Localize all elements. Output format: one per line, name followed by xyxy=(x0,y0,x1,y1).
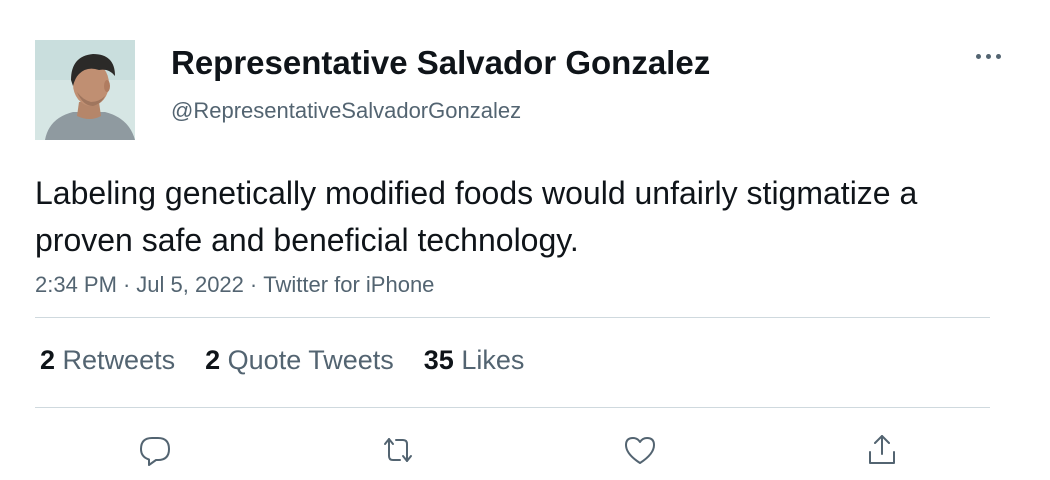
tweet-text: Labeling genetically modified foods woul… xyxy=(35,175,918,258)
quote-tweets-count: 2 xyxy=(205,345,221,375)
divider xyxy=(35,407,990,408)
share-icon xyxy=(869,435,895,464)
more-icon xyxy=(975,53,1001,59)
tweet-meta: 2:34 PM · Jul 5, 2022 · Twitter for iPhone xyxy=(35,270,434,300)
author-handle[interactable]: @RepresentativeSalvadorGonzalez xyxy=(171,96,521,126)
reply-button[interactable] xyxy=(135,430,175,470)
tweet-source[interactable]: Twitter for iPhone xyxy=(263,272,434,297)
tweet-stats: 2 Retweets 2 Quote Tweets 35 Likes xyxy=(40,342,524,378)
retweets-label: Retweets xyxy=(62,345,176,375)
like-button[interactable] xyxy=(620,430,660,470)
tweet-date[interactable]: Jul 5, 2022 xyxy=(136,272,244,297)
tweet-time[interactable]: 2:34 PM xyxy=(35,272,117,297)
share-button[interactable] xyxy=(862,430,902,470)
meta-separator: · xyxy=(249,272,258,297)
likes-label: Likes xyxy=(461,345,525,375)
quote-tweets-stat[interactable]: 2 Quote Tweets xyxy=(205,342,394,378)
heart-icon xyxy=(625,437,655,464)
divider xyxy=(35,317,990,318)
author-display-name[interactable]: Representative Salvador Gonzalez xyxy=(171,42,710,84)
likes-stat[interactable]: 35 Likes xyxy=(424,342,525,378)
quote-tweets-label: Quote Tweets xyxy=(227,345,394,375)
more-options-button[interactable] xyxy=(966,38,1010,74)
retweets-stat[interactable]: 2 Retweets xyxy=(40,342,175,378)
retweet-button[interactable] xyxy=(378,430,418,470)
avatar-image xyxy=(35,40,135,140)
likes-count: 35 xyxy=(423,345,454,375)
retweet-icon xyxy=(384,438,412,462)
retweets-count: 2 xyxy=(40,345,56,375)
avatar[interactable] xyxy=(35,40,135,140)
meta-separator: · xyxy=(122,272,131,297)
reply-icon xyxy=(140,437,170,466)
